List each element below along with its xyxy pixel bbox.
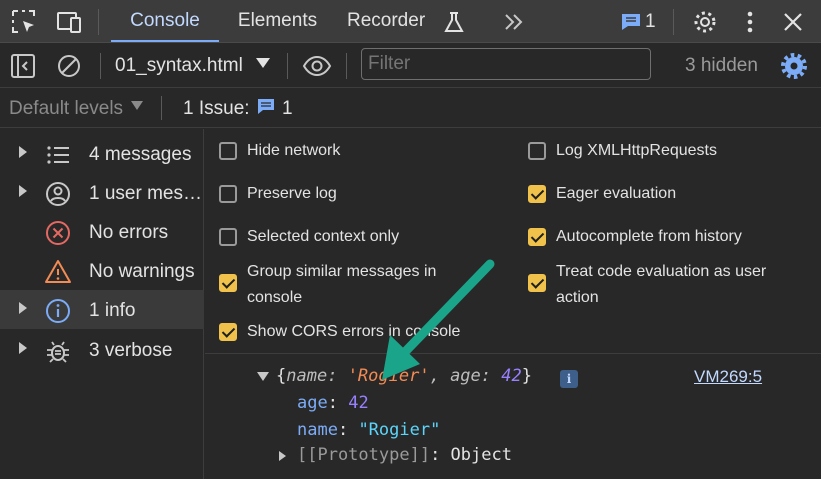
annotation-arrow-icon: [382, 259, 495, 380]
